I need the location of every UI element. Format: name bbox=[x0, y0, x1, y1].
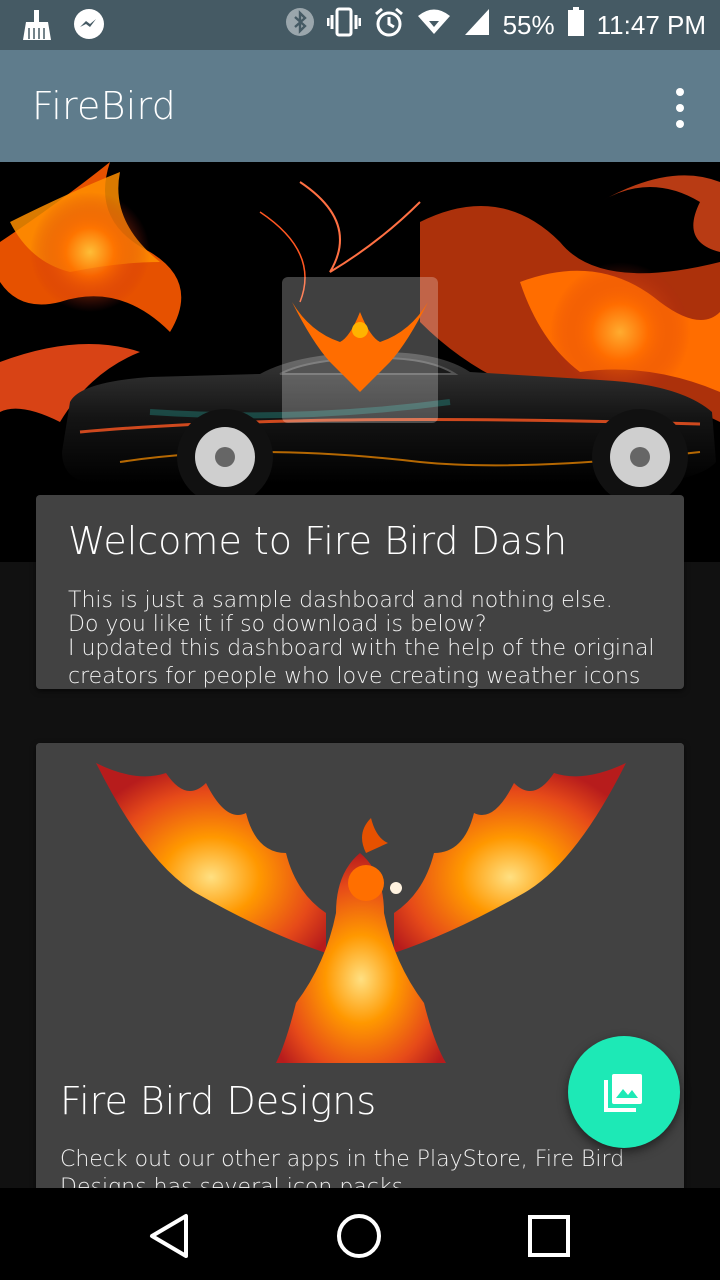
home-icon[interactable] bbox=[331, 1208, 387, 1264]
alarm-icon bbox=[373, 6, 405, 45]
messenger-icon bbox=[72, 8, 106, 46]
welcome-card: Welcome to Fire Bird Dash This is just a… bbox=[36, 495, 684, 689]
designs-card-title: Fire Bird Designs bbox=[60, 1079, 377, 1123]
status-bar: 55% 11:47 PM bbox=[0, 0, 720, 50]
navigation-bar bbox=[0, 1188, 720, 1280]
photo-library-fab[interactable] bbox=[568, 1036, 680, 1148]
vibrate-icon bbox=[326, 7, 362, 44]
clock: 11:47 PM bbox=[596, 10, 706, 40]
welcome-card-title: Welcome to Fire Bird Dash bbox=[68, 519, 568, 563]
status-bar-notifications bbox=[20, 8, 106, 46]
dashboard-content[interactable]: Welcome to Fire Bird Dash This is just a… bbox=[0, 162, 720, 1188]
status-bar-system: 55% 11:47 PM bbox=[285, 6, 706, 45]
photo-library-icon bbox=[604, 1074, 642, 1112]
welcome-line: I updated this dashboard with the help o… bbox=[68, 636, 655, 661]
welcome-line: creators for people who love creating we… bbox=[68, 664, 641, 689]
back-icon[interactable] bbox=[142, 1208, 198, 1264]
more-vert-icon[interactable] bbox=[670, 88, 690, 128]
recents-icon[interactable] bbox=[521, 1208, 577, 1264]
phoenix-image bbox=[36, 743, 684, 1068]
broom-icon bbox=[20, 8, 54, 46]
app-bar: FireBird bbox=[0, 50, 720, 162]
battery-icon bbox=[567, 7, 585, 44]
welcome-line: Do you like it if so download is below? bbox=[68, 612, 487, 637]
welcome-card-body: This is just a sample dashboard and noth… bbox=[68, 589, 658, 689]
designs-card-body: Check out our other apps in the PlayStor… bbox=[60, 1147, 625, 1188]
bluetooth-icon bbox=[285, 7, 315, 44]
battery-percent: 55% bbox=[502, 10, 555, 40]
app-title: FireBird bbox=[32, 84, 176, 128]
welcome-line: This is just a sample dashboard and noth… bbox=[68, 588, 613, 613]
wifi-icon bbox=[417, 7, 451, 44]
signal-icon bbox=[463, 7, 491, 44]
